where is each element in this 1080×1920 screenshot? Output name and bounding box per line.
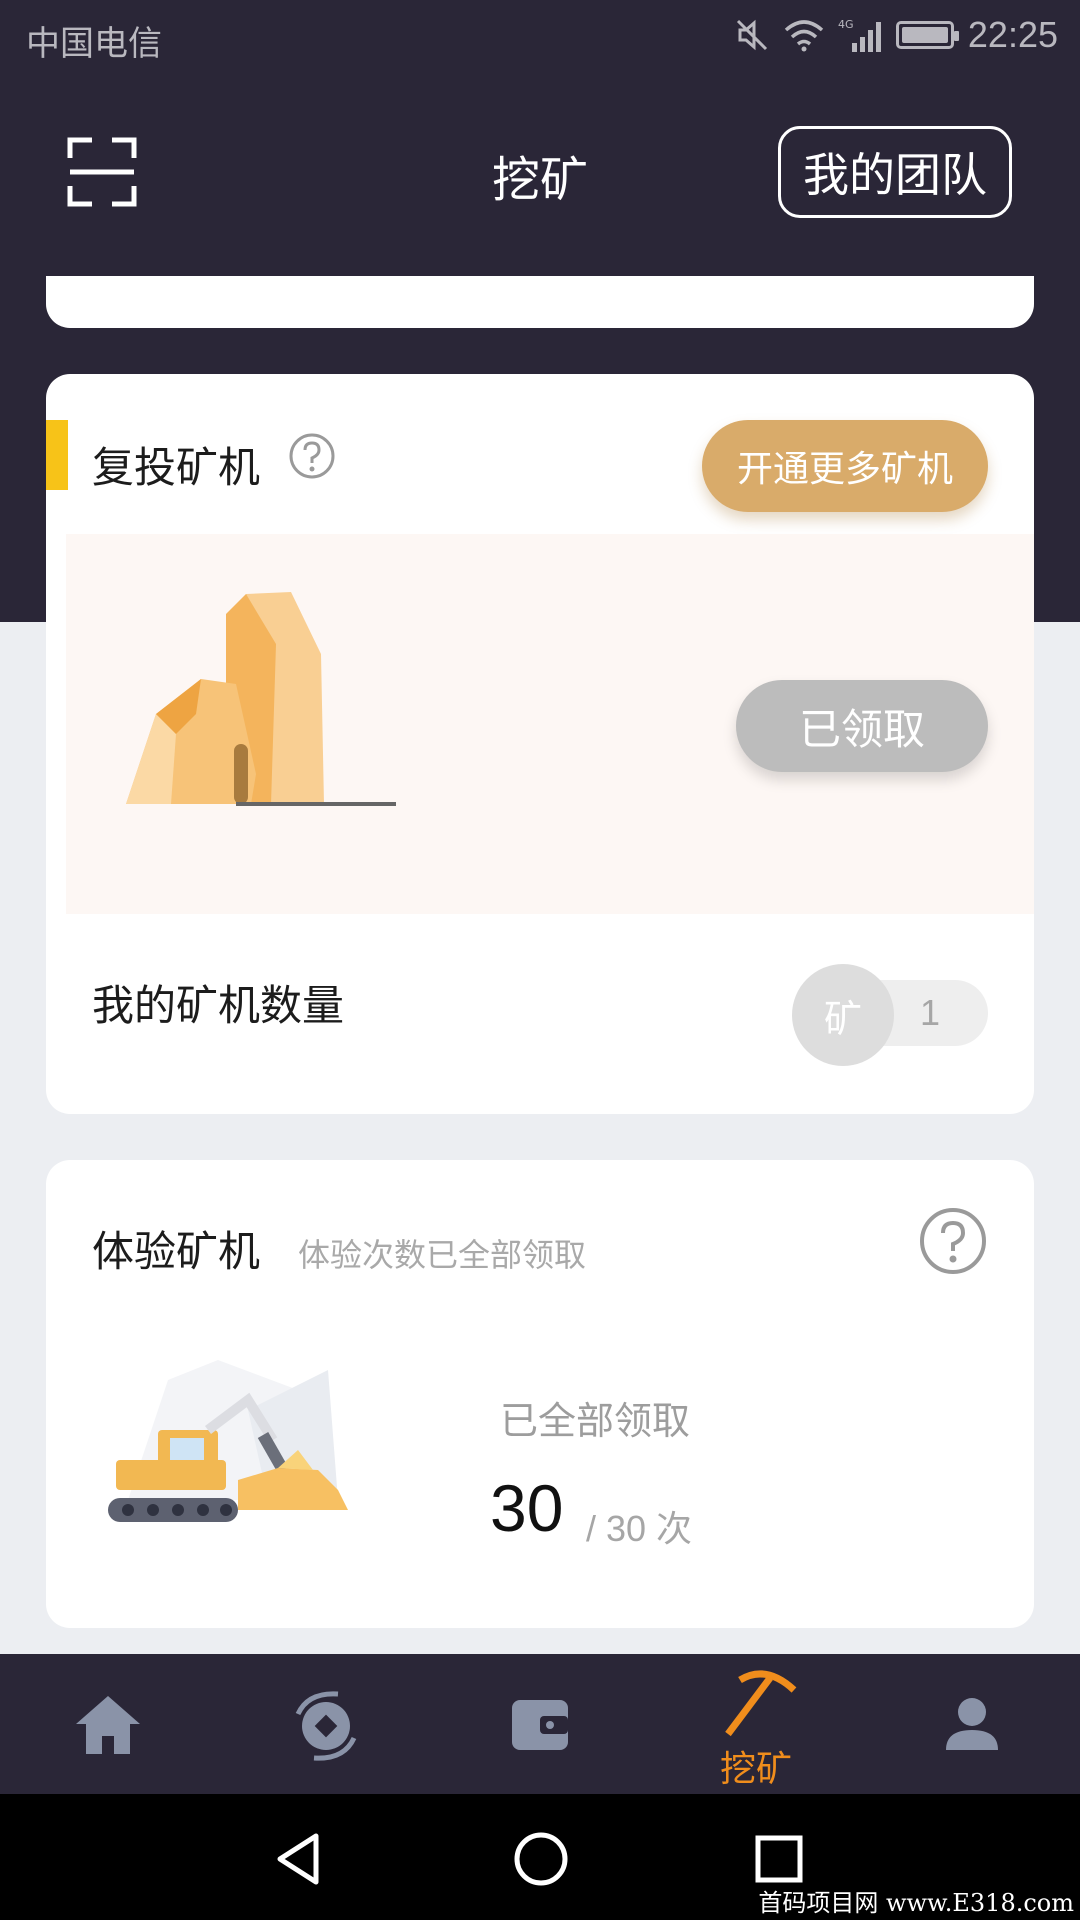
wallet-icon [512,1700,568,1750]
trial-count: 30 [490,1471,564,1545]
pickaxe-icon [725,1670,797,1737]
status-icons: 4G 22:25 [734,14,1058,56]
nav-profile[interactable] [864,1654,1080,1794]
exchange-icon [295,1691,357,1761]
claimed-button[interactable]: 已领取 [736,680,988,772]
nav-mining-label: 挖矿 [719,1749,792,1790]
watermark: 首码项目网 www.E318.com [758,1889,1074,1917]
miner-count-label: 我的矿机数量 [92,981,345,1030]
my-team-button[interactable]: 我的团队 [778,126,1012,218]
home-icon [76,1696,140,1754]
help-icon[interactable] [918,1206,988,1276]
network-type: 4G [838,18,854,31]
trial-subtitle: 体验次数已全部领取 [298,1236,587,1274]
trial-status: 已全部领取 [500,1399,691,1443]
nav-mining[interactable]: 挖矿 [648,1654,864,1794]
battery-icon [895,21,959,49]
back-icon[interactable] [264,1824,334,1894]
excavator-illustration [108,1360,348,1522]
nav-home[interactable] [0,1654,216,1794]
miner-count-value: 1 [920,992,941,1033]
nav-wallet[interactable] [432,1654,648,1794]
mine-rock-illustration [126,592,396,806]
wifi-icon [784,20,824,52]
carrier-name: 中国电信 [26,24,162,64]
miner-badge: 矿 [792,964,894,1066]
trial-total: / 30 次 [586,1508,693,1549]
help-icon[interactable] [288,432,336,480]
mute-icon [736,19,767,51]
reinvest-miner-card: 复投矿机 开通更多矿机 已领取 我的矿机数量 矿 1 [46,374,1034,1114]
home-circle-icon[interactable] [506,1824,576,1894]
reinvest-title: 复投矿机 [92,443,261,492]
trial-title: 体验矿机 [92,1227,261,1276]
trial-miner-card: 体验矿机 体验次数已全部领取 已全部领取 30 / 30 次 [46,1160,1034,1628]
previous-card-bottom [46,276,1034,328]
nav-exchange[interactable] [216,1654,432,1794]
section-accent-bar [46,420,68,490]
clock: 22:25 [967,14,1058,55]
bottom-nav: 挖矿 [0,1654,1080,1794]
app-header: 挖矿 我的团队 [0,110,1080,230]
status-bar: 中国电信 4G 22:25 [0,0,1080,74]
signal-icon: 4G [838,18,881,52]
person-icon [946,1698,998,1750]
open-more-miners-button[interactable]: 开通更多矿机 [702,420,988,512]
system-nav-bar: 首码项目网 www.E318.com [0,1794,1080,1920]
